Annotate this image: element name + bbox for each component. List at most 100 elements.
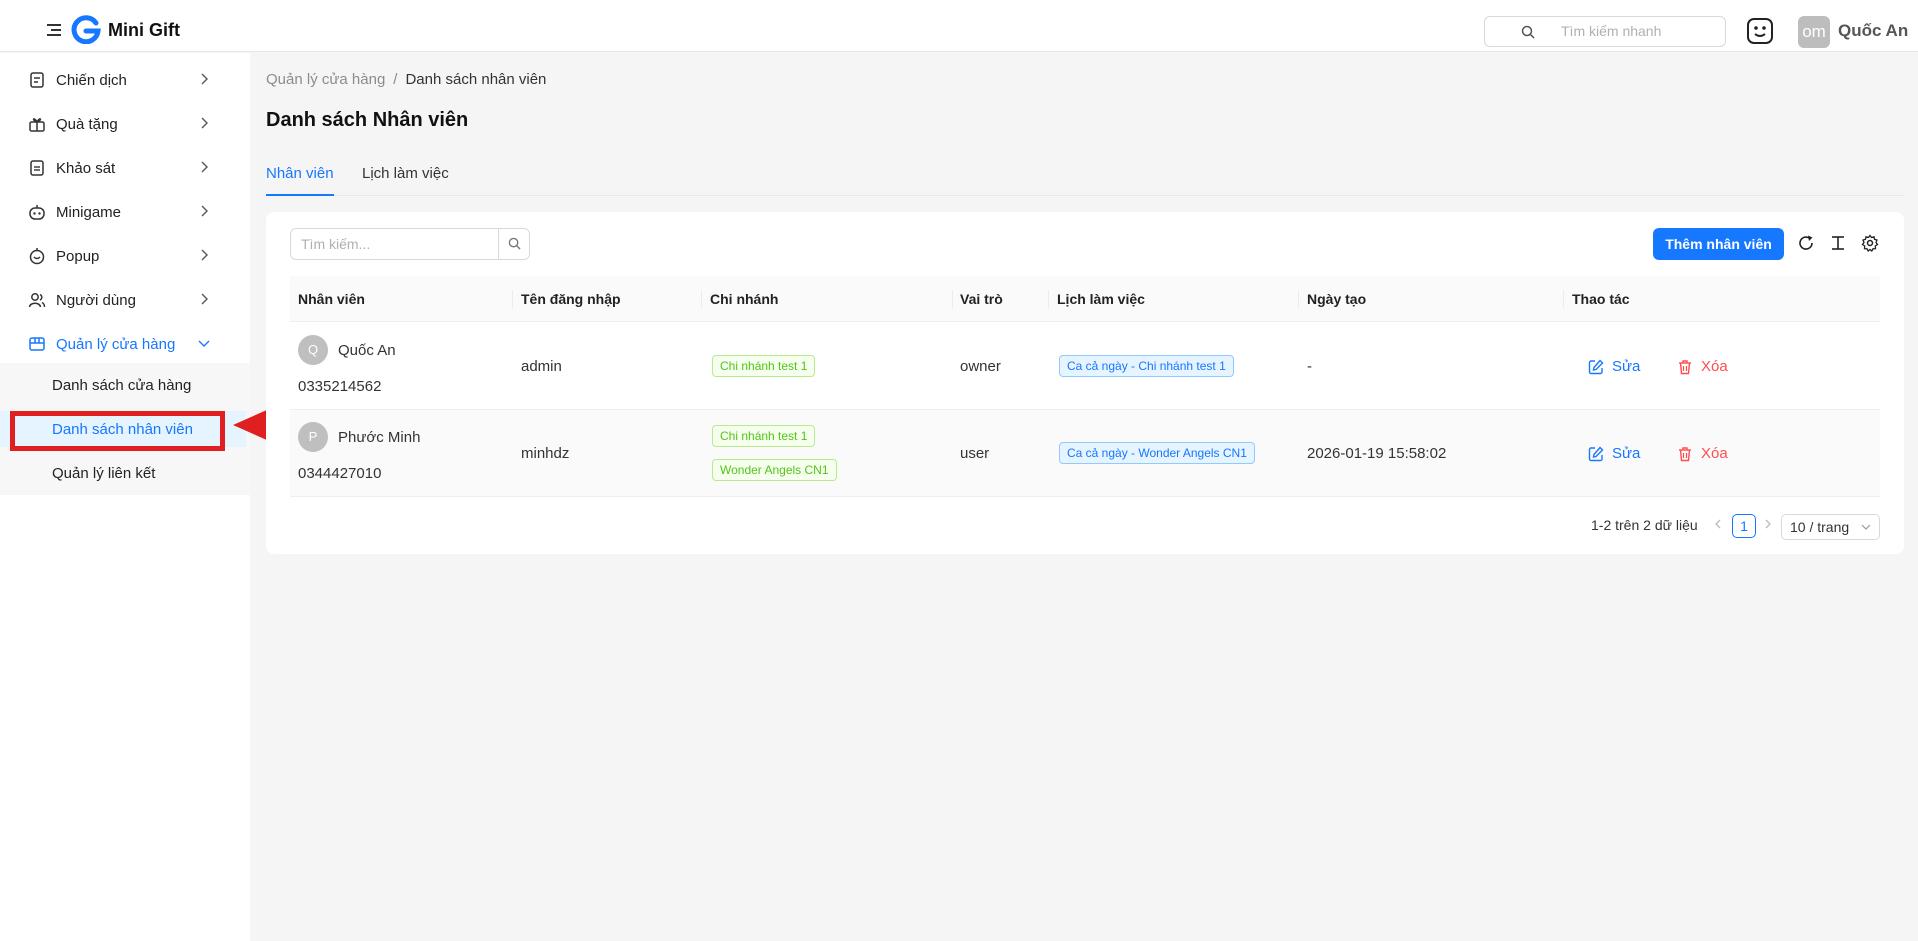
quick-search-input[interactable]	[1561, 23, 1711, 39]
edit-label: Sửa	[1612, 445, 1641, 462]
table-row: P Phước Minh 0344427010 minhdz Chi nhánh…	[290, 410, 1880, 497]
app-logo-icon	[71, 15, 101, 44]
column-divider	[701, 290, 702, 308]
avatar: P	[298, 422, 328, 452]
store-icon	[29, 337, 45, 351]
schedule-tag: Ca cả ngày - Wonder Angels CN1	[1059, 442, 1255, 464]
employee-phone: 0335214562	[298, 378, 382, 395]
table-search-input[interactable]	[301, 236, 486, 252]
column-divider	[1298, 290, 1299, 308]
next-page-icon[interactable]	[1762, 517, 1774, 531]
edit-icon	[1588, 359, 1604, 375]
edit-icon	[1588, 446, 1604, 462]
avatar: Q	[298, 335, 328, 365]
survey-icon	[30, 160, 44, 176]
column-divider	[1048, 290, 1049, 308]
prev-page-icon[interactable]	[1712, 517, 1724, 531]
sidebar-item-label: Quản lý cửa hàng	[56, 336, 176, 353]
chevron-right-icon	[201, 117, 208, 129]
column-header: Ngày tạo	[1307, 291, 1367, 307]
table-search-button[interactable]	[498, 228, 529, 260]
user-name[interactable]: Quốc An	[1838, 21, 1908, 41]
sidebar-item-minigame[interactable]: Minigame	[0, 189, 250, 233]
sidebar: Chiến dịch Quà tặng Khảo sát Minigame Po…	[0, 53, 250, 941]
branch-tag: Chi nhánh test 1	[712, 355, 816, 377]
column-header: Thao tác	[1572, 291, 1630, 307]
column-header: Chi nhánh	[710, 291, 779, 307]
sidebar-item-label: Khảo sát	[56, 160, 116, 177]
trash-icon	[1679, 360, 1691, 375]
tab-employees[interactable]: Nhân viên	[266, 165, 334, 196]
campaign-icon	[30, 72, 44, 88]
column-divider	[952, 290, 953, 308]
popup-icon	[29, 248, 45, 265]
sidebar-item-survey[interactable]: Khảo sát	[0, 145, 250, 189]
sidebar-item-label: Người dùng	[56, 292, 136, 309]
subitem-label: Quản lý liên kết	[52, 465, 156, 482]
branch-tag: Chi nhánh test 1	[712, 425, 816, 447]
tab-bar: Nhân viên Lịch làm việc	[266, 160, 1904, 196]
column-header: Vai trò	[960, 291, 1003, 307]
top-header: Mini Gift om Quốc An	[0, 0, 1918, 52]
annotation-highlight-box	[10, 411, 225, 451]
delete-label: Xóa	[1701, 358, 1728, 375]
chevron-right-icon	[201, 249, 208, 261]
table-row: Q Quốc An 0335214562 admin Chi nhánh tes…	[290, 323, 1880, 410]
column-header: Tên đăng nhập	[521, 291, 621, 307]
sidebar-item-campaign[interactable]: Chiến dịch	[0, 57, 250, 101]
breadcrumb-current: Danh sách nhân viên	[405, 71, 547, 88]
subitem-label: Danh sách cửa hàng	[52, 377, 192, 394]
gift-icon	[29, 118, 45, 132]
sidebar-item-users[interactable]: Người dùng	[0, 277, 250, 321]
column-header: Nhân viên	[298, 291, 365, 307]
user-avatar[interactable]: om	[1798, 16, 1830, 48]
username: admin	[521, 358, 562, 375]
sidebar-item-label: Chiến dịch	[56, 72, 127, 89]
subitem-link-management[interactable]: Quản lý liên kết	[0, 455, 246, 491]
subitem-store-list[interactable]: Danh sách cửa hàng	[0, 367, 246, 403]
settings-gear-icon[interactable]	[1861, 234, 1879, 252]
page-size-value: 10 / trang	[1790, 519, 1850, 535]
chevron-right-icon	[201, 161, 208, 173]
delete-label: Xóa	[1701, 445, 1728, 462]
page-title: Danh sách Nhân viên	[266, 109, 469, 131]
sidebar-item-store-management[interactable]: Quản lý cửa hàng	[0, 321, 250, 365]
role: owner	[960, 358, 1001, 375]
pagination-total: 1-2 trên 2 dữ liệu	[1591, 517, 1698, 533]
chevron-right-icon	[201, 73, 208, 85]
chevron-down-icon	[1861, 524, 1871, 530]
page-number-button[interactable]: 1	[1732, 514, 1756, 538]
robot-icon	[29, 205, 45, 220]
created-date: -	[1307, 358, 1312, 375]
branch-tag: Wonder Angels CN1	[712, 459, 837, 481]
tab-work-schedule[interactable]: Lịch làm việc	[362, 165, 449, 196]
sidebar-item-label: Quà tặng	[56, 116, 118, 133]
page-size-select[interactable]: 10 / trang	[1781, 514, 1880, 540]
breadcrumb: Quản lý cửa hàng / Danh sách nhân viên	[266, 71, 546, 88]
users-icon	[28, 293, 46, 308]
column-header: Lịch làm việc	[1057, 291, 1145, 307]
sidebar-item-label: Popup	[56, 248, 100, 265]
sidebar-item-gifts[interactable]: Quà tặng	[0, 101, 250, 145]
menu-toggle-icon[interactable]	[47, 24, 61, 36]
search-icon	[1521, 25, 1535, 39]
employee-name: Quốc An	[338, 342, 396, 359]
role: user	[960, 445, 990, 462]
trash-icon	[1679, 447, 1691, 462]
employee-phone: 0344427010	[298, 465, 382, 482]
table-search[interactable]	[290, 228, 530, 260]
chevron-down-icon	[198, 340, 210, 347]
app-title: Mini Gift	[108, 20, 180, 40]
employee-table-card: Thêm nhân viên Nhân viên Tên đăng nhập C…	[266, 212, 1904, 554]
breadcrumb-parent[interactable]: Quản lý cửa hàng	[266, 71, 385, 88]
search-icon	[508, 237, 521, 250]
sidebar-item-popup[interactable]: Popup	[0, 233, 250, 277]
reload-icon[interactable]	[1797, 234, 1815, 252]
add-employee-button[interactable]: Thêm nhân viên	[1653, 228, 1784, 260]
chatbot-icon[interactable]	[1745, 16, 1775, 46]
chevron-right-icon	[201, 205, 208, 217]
column-height-icon[interactable]	[1829, 234, 1847, 252]
quick-search-box[interactable]	[1484, 16, 1726, 47]
chevron-right-icon	[201, 293, 208, 305]
created-date: 2026-01-19 15:58:02	[1307, 445, 1447, 462]
